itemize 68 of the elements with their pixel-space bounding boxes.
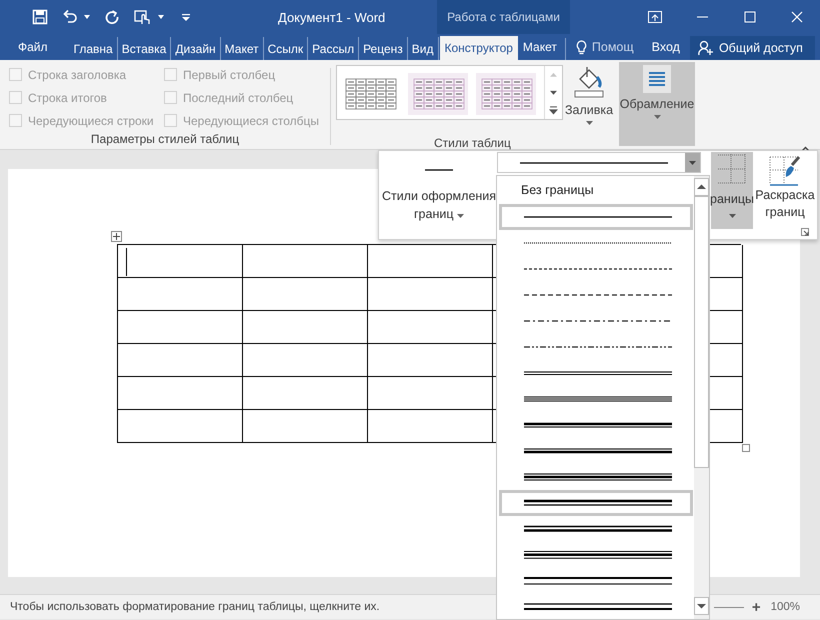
border-lines-icon (643, 65, 671, 93)
save-icon[interactable] (32, 9, 48, 25)
line-style-icon (524, 420, 672, 430)
caret-icon (689, 160, 696, 164)
line-style-icon (524, 472, 672, 482)
border-painter-button[interactable]: Раскраска границ (755, 155, 815, 221)
window-title: Документ1 - Word (278, 10, 386, 24)
scroll-down-icon[interactable] (694, 597, 709, 615)
table-resize-handle[interactable] (742, 444, 750, 452)
ribbon-tab[interactable]: Файл (0, 34, 70, 60)
caret-icon[interactable] (158, 15, 164, 19)
close-icon[interactable] (790, 11, 802, 23)
checkbox-label: Строка итогов (28, 90, 107, 104)
line-style-icon (524, 524, 672, 534)
no-border-option[interactable]: Без границы (499, 176, 693, 204)
undo-icon[interactable] (62, 9, 78, 25)
checkbox-label: Первый столбец (183, 68, 276, 82)
borders-button[interactable]: Обрамление (619, 62, 695, 146)
person-add-icon (698, 40, 714, 56)
ribbon-display-icon[interactable] (648, 11, 662, 23)
caret-icon[interactable] (84, 15, 90, 19)
line-style-icon (524, 394, 672, 404)
zoom-in-button[interactable]: + (752, 598, 761, 616)
checkbox-label: Чередующиеся строки (28, 114, 154, 128)
touch-mode-icon[interactable] (134, 9, 152, 25)
border-grid-icon (718, 154, 746, 184)
table-move-handle-icon[interactable] (111, 231, 122, 242)
caret-icon (456, 214, 464, 218)
shading-button[interactable]: Заливка (563, 65, 615, 125)
customize-icon[interactable] (182, 14, 190, 20)
table-style-icon[interactable] (408, 73, 468, 115)
paint-bucket-icon (572, 65, 606, 99)
line-style-option[interactable] (499, 490, 693, 516)
group-label: Параметры стилей таблиц (90, 132, 240, 146)
line-style-icon (524, 602, 672, 612)
maximize-icon[interactable] (744, 11, 756, 23)
dialog-launcher-icon[interactable] (801, 228, 809, 236)
sign-in-link[interactable]: Вход (642, 34, 690, 60)
checkbox-label: Последний столбец (183, 90, 294, 104)
line-style-icon (524, 576, 672, 586)
checkbox-label: Строка заголовка (28, 68, 126, 82)
status-message: Чтобы использовать форматирование границ таблицы, щелкните их. (10, 601, 380, 613)
lightbulb-icon (576, 40, 587, 54)
border-brush-icon (768, 155, 802, 187)
scroll-up-icon[interactable] (694, 178, 709, 196)
border-styles-button[interactable]: Стили оформления границ (381, 165, 497, 223)
caret-icon (586, 121, 592, 125)
ribbon-tab[interactable]: Макет (518, 34, 561, 60)
menu-scrollbar[interactable] (694, 176, 709, 619)
collapse-ribbon-icon[interactable] (801, 146, 810, 152)
line-style-dropdown[interactable] (497, 152, 701, 173)
line-style-icon (524, 446, 672, 456)
tell-me-button[interactable]: Помощ (570, 34, 642, 60)
share-button[interactable]: Общий доступ (690, 36, 815, 60)
checkbox-label: Чередующиеся столбцы (183, 114, 319, 128)
line-style-icon (524, 550, 672, 560)
line-style-option[interactable] (499, 204, 693, 230)
borders-split-button[interactable]: раницы (711, 152, 753, 229)
scrollbar-thumb[interactable] (694, 196, 709, 468)
caret-icon (654, 115, 660, 119)
ribbon-tab[interactable]: Конструктор (440, 36, 518, 60)
redo-icon[interactable] (104, 9, 120, 25)
caret-icon (728, 214, 736, 218)
context-tab-title: Работа с таблицами (447, 10, 560, 24)
group-label: Стили таблиц (434, 136, 511, 150)
line-style-icon (524, 498, 672, 508)
zoom-level[interactable]: 100% (770, 601, 800, 613)
table-style-icon[interactable] (476, 73, 536, 115)
